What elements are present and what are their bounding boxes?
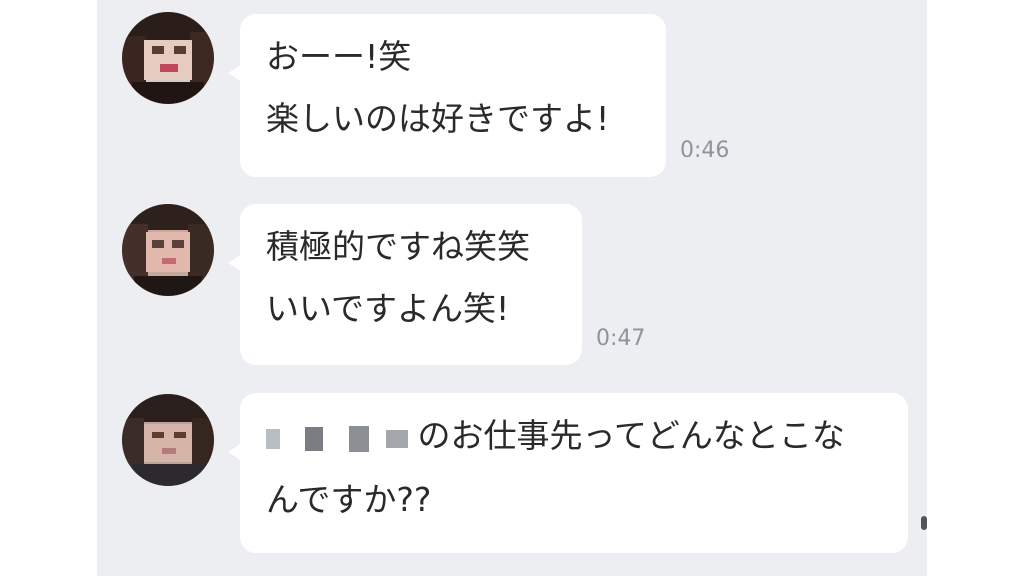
scroll-indicator [921, 516, 927, 530]
message-text: 積極的ですね笑笑 [266, 227, 530, 266]
message-bubble[interactable]: 積極的ですね笑笑 いいですよん笑! [228, 204, 582, 365]
message-bubble[interactable]: のお仕事先ってどんなとこな んですか?? [228, 393, 908, 553]
pixelated-avatar-image [122, 12, 214, 104]
message-bubble[interactable]: おーー!笑 楽しいのは好きですよ! [228, 14, 666, 177]
contact-avatar[interactable] [122, 12, 214, 104]
message-text: おーー!笑 [266, 37, 412, 76]
message-text: のお仕事先ってどんなとこな [417, 416, 845, 455]
message-text: んですか?? [266, 479, 432, 519]
message-text: 楽しいのは好きですよ! [266, 99, 610, 138]
message-timestamp: 0:47 [596, 326, 646, 351]
contact-avatar[interactable] [122, 204, 214, 296]
pixelated-avatar-image [122, 204, 214, 296]
pixelated-avatar-image [122, 394, 214, 486]
message-text-line: のお仕事先ってどんなとこな [266, 405, 882, 469]
message-text: いいですよん笑! [266, 289, 510, 328]
message-timestamp: 0:46 [680, 138, 730, 163]
redacted-name [266, 407, 414, 469]
contact-avatar[interactable] [122, 394, 214, 486]
